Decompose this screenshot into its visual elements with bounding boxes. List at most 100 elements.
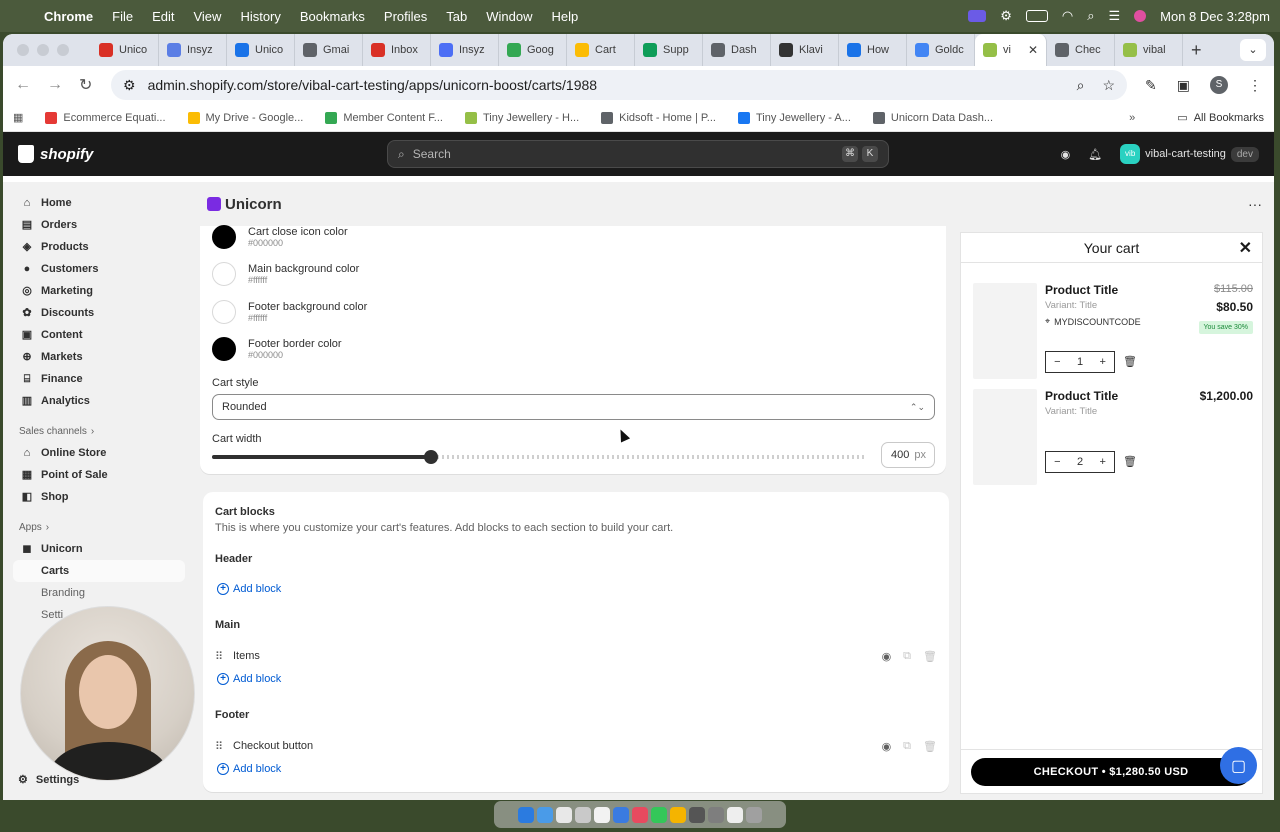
browser-tab[interactable]: Klavi <box>771 34 839 66</box>
sidebar-item-customers[interactable]: ● Customers <box>3 258 191 280</box>
menu-view[interactable]: View <box>193 9 221 24</box>
reload-icon[interactable]: ↻ <box>79 75 93 95</box>
menu-help[interactable]: Help <box>552 9 579 24</box>
browser-tab[interactable]: Inbox <box>363 34 431 66</box>
settings-status-icon[interactable]: ⚙ <box>1000 8 1012 24</box>
browser-tab[interactable]: Dash <box>703 34 771 66</box>
sidebar-item-orders[interactable]: ▤ Orders <box>3 214 191 236</box>
remove-item-trash-icon[interactable]: 🗑︎ <box>1123 355 1137 368</box>
block-row-items[interactable]: ⠿ Items ◉ ⧉ 🗑︎ <box>215 646 937 666</box>
forward-arrow-icon[interactable]: → <box>47 76 63 94</box>
bookmark-item[interactable]: Unicorn Data Dash... <box>872 111 993 124</box>
color-swatch[interactable] <box>212 337 236 361</box>
cart-style-select[interactable]: Rounded ⌃⌄ <box>212 394 935 420</box>
menu-tab[interactable]: Tab <box>446 9 467 24</box>
sidebar-item-home[interactable]: ⌂ Home <box>3 192 191 214</box>
terminal-icon[interactable] <box>689 806 705 823</box>
duplicate-icon[interactable]: ⧉ <box>903 650 911 663</box>
siri-icon[interactable] <box>1134 10 1147 22</box>
browser-tab[interactable]: Goog <box>499 34 567 66</box>
color-swatch[interactable] <box>212 225 236 249</box>
tab-search-chevron-icon[interactable]: ⌄ <box>1240 39 1266 61</box>
app-icon[interactable] <box>708 806 724 823</box>
minus-icon[interactable]: − <box>1046 356 1069 368</box>
pen-extension-icon[interactable]: ✎ <box>1145 77 1157 94</box>
sidebar-item-point-of-sale[interactable]: ▦ Point of Sale <box>3 464 191 486</box>
bookmark-item[interactable]: Member Content F... <box>325 111 443 124</box>
trash-dock-icon[interactable] <box>746 806 762 823</box>
sidebar-item-analytics[interactable]: ▥ Analytics <box>3 390 191 412</box>
address-bar[interactable]: ⚙ admin.shopify.com/store/vibal-cart-tes… <box>111 70 1128 100</box>
system-settings-icon[interactable] <box>575 806 591 823</box>
sidebar-item-discounts[interactable]: ✿ Discounts <box>3 302 191 324</box>
trash-icon[interactable]: 🗑︎ <box>923 650 937 663</box>
store-menu[interactable]: vib vibal-cart-testing dev <box>1120 144 1259 164</box>
sidebar-item-unicorn[interactable]: ◼ Unicorn <box>3 538 191 560</box>
slack-icon[interactable] <box>537 806 553 823</box>
sidebar-item-content[interactable]: ▣ Content <box>3 324 191 346</box>
eye-icon[interactable]: ◉ <box>882 740 892 753</box>
add-block-header-button[interactable]: + Add block <box>217 583 281 595</box>
back-arrow-icon[interactable]: ← <box>15 76 31 94</box>
battery-icon[interactable] <box>1025 10 1048 22</box>
chrome-menu-icon[interactable]: ⋮ <box>1248 77 1262 94</box>
remove-item-trash-icon[interactable]: 🗑︎ <box>1123 455 1137 468</box>
spotlight-icon[interactable]: ⌕ <box>1087 8 1094 24</box>
menu-app-name[interactable]: Chrome <box>44 9 93 24</box>
browser-tab[interactable]: Unico <box>91 34 159 66</box>
add-block-footer-button[interactable]: + Add block <box>217 763 281 775</box>
slider-handle[interactable] <box>424 450 439 464</box>
browser-tab[interactable]: Gmai <box>295 34 363 66</box>
cart-width-input[interactable]: 400 px <box>881 442 935 468</box>
close-tab-icon[interactable]: ✕ <box>1028 43 1038 57</box>
drag-handle-icon[interactable]: ⠿ <box>215 740 223 753</box>
calendar-icon[interactable] <box>594 806 610 823</box>
messages-icon[interactable] <box>651 806 667 823</box>
extensions-puzzle-icon[interactable]: ▣ <box>1177 77 1190 94</box>
menu-profiles[interactable]: Profiles <box>384 9 427 24</box>
browser-tab[interactable]: vi ✕ <box>975 34 1047 66</box>
bookmark-item[interactable]: Tiny Jewellery - H... <box>464 111 579 124</box>
bookmark-item[interactable]: Kidsoft - Home | P... <box>601 111 716 124</box>
chrome-icon[interactable] <box>556 806 572 823</box>
shopify-logo[interactable]: shopify <box>18 145 93 163</box>
browser-tab[interactable]: vibal <box>1115 34 1183 66</box>
more-bookmarks-chevron-icon[interactable]: » <box>1129 112 1135 124</box>
plus-icon[interactable]: + <box>1091 356 1114 368</box>
checkout-button[interactable]: CHECKOUT • $1,280.50 USD <box>971 758 1251 786</box>
browser-tab[interactable]: Unico <box>227 34 295 66</box>
menubar-clock[interactable]: Mon 8 Dec 3:28pm <box>1160 9 1270 24</box>
color-swatch[interactable] <box>212 262 236 286</box>
screen-record-icon[interactable] <box>968 10 987 22</box>
menu-window[interactable]: Window <box>486 9 532 24</box>
browser-tab[interactable]: How <box>839 34 907 66</box>
menu-file[interactable]: File <box>112 9 133 24</box>
apps-grid-icon[interactable]: ▦ <box>13 111 23 124</box>
browser-tab[interactable]: Goldc <box>907 34 975 66</box>
chat-bubble-icon[interactable]: ▢ <box>1220 747 1257 784</box>
browser-tab[interactable]: Insyz <box>159 34 227 66</box>
quantity-value[interactable]: 2 <box>1069 456 1092 468</box>
eye-icon[interactable]: ◉ <box>882 650 892 663</box>
drag-handle-icon[interactable]: ⠿ <box>215 650 223 663</box>
sidebar-item-online-store[interactable]: ⌂ Online Store <box>3 442 191 464</box>
product-title[interactable]: Product Title <box>1045 283 1118 297</box>
color-swatch[interactable] <box>212 300 236 324</box>
cart-width-slider[interactable] <box>212 450 866 464</box>
color-setting-footer-background[interactable]: Footer background color #ffffff <box>212 300 367 324</box>
menu-bookmarks[interactable]: Bookmarks <box>300 9 365 24</box>
browser-tab[interactable]: Chec <box>1047 34 1115 66</box>
plus-icon[interactable]: + <box>1091 456 1114 468</box>
browser-tab[interactable]: Cart <box>567 34 635 66</box>
photos-icon[interactable] <box>632 806 648 823</box>
browser-tab[interactable]: Supp <box>635 34 703 66</box>
browser-tab[interactable]: Insyz <box>431 34 499 66</box>
block-row-checkout-button[interactable]: ⠿ Checkout button ◉ ⧉ 🗑︎ <box>215 736 937 756</box>
site-settings-icon[interactable]: ⚙ <box>123 77 136 94</box>
admin-search-input[interactable]: ⌕ Search ⌘ K <box>387 140 889 168</box>
all-bookmarks[interactable]: ▭ All Bookmarks <box>1177 111 1264 125</box>
sales-channels-header[interactable]: Sales channels › <box>3 420 191 442</box>
notes-icon[interactable] <box>670 806 686 823</box>
color-setting-main-background[interactable]: Main background color #ffffff <box>212 262 359 286</box>
wifi-icon[interactable]: ◠ <box>1062 8 1073 24</box>
